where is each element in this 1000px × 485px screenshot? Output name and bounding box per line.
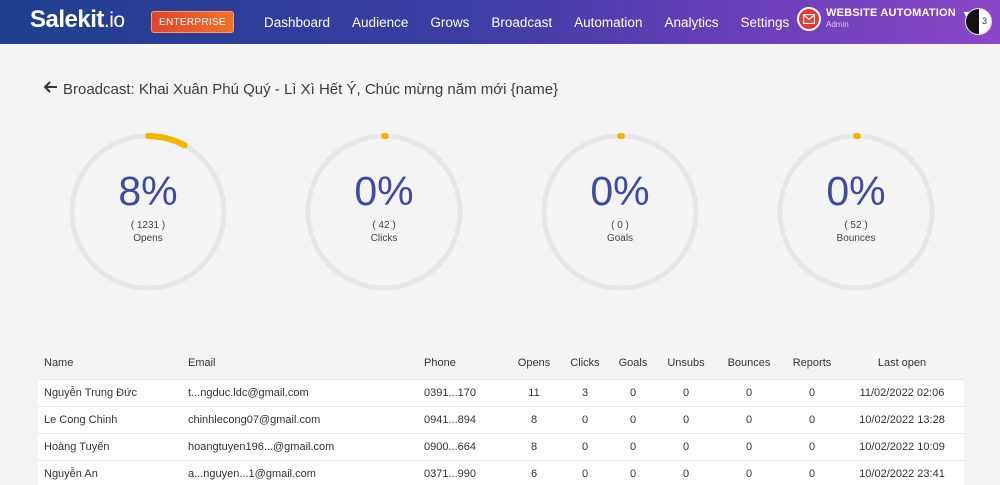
nav-broadcast[interactable]: Broadcast: [491, 15, 552, 30]
col-phone[interactable]: Phone: [424, 347, 506, 379]
cell-name: Nguyễn Trung Đức: [44, 386, 137, 399]
col-reports[interactable]: Reports: [784, 347, 840, 379]
nav-automation[interactable]: Automation: [574, 15, 642, 30]
user-avatar[interactable]: 3: [965, 8, 992, 35]
cell-opens: 6: [530, 467, 538, 480]
cell-last-open: 10/02/2022 10:09: [859, 440, 945, 453]
nav-settings[interactable]: Settings: [740, 15, 789, 30]
bounces-gauge: 0% ( 52 ) Bounces: [776, 132, 936, 292]
opens-percent: 8%: [118, 168, 178, 214]
cell-goals: 0: [629, 467, 637, 480]
arrow-left-icon[interactable]: [43, 80, 58, 98]
cell-email: hoangtuyen196...@gmail.com: [188, 440, 335, 453]
cell-last-open: 11/02/2022 02:06: [859, 386, 945, 399]
cell-reports: 0: [808, 386, 816, 399]
table-row[interactable]: Hoàng Tuyến hoangtuyen196...@gmail.com 0…: [38, 433, 964, 460]
cell-email: a...nguyen...1@gmail.com: [188, 467, 316, 480]
cell-bounces: 0: [745, 413, 753, 426]
cell-name: Hoàng Tuyến: [44, 440, 110, 453]
cell-bounces: 0: [745, 467, 753, 480]
col-name[interactable]: Name: [38, 347, 188, 379]
col-email[interactable]: Email: [188, 347, 424, 379]
clicks-label: Clicks: [370, 233, 398, 244]
cell-opens: 8: [530, 440, 538, 453]
bounces-count: ( 52 ): [844, 220, 868, 231]
cell-goals: 0: [629, 413, 637, 426]
cell-goals: 0: [629, 386, 637, 399]
cell-unsubs: 0: [682, 467, 690, 480]
goals-gauge: 0% ( 0 ) Goals: [540, 132, 700, 292]
col-opens[interactable]: Opens: [506, 347, 562, 379]
account-switcher[interactable]: WEBSITE AUTOMATION Admin ▼: [797, 7, 971, 31]
cell-bounces: 0: [745, 386, 753, 399]
goals-percent: 0%: [590, 168, 650, 214]
cell-reports: 0: [808, 467, 816, 480]
cell-reports: 0: [808, 413, 816, 426]
nav-audience[interactable]: Audience: [352, 15, 408, 30]
cell-phone: 0371...990: [424, 467, 476, 480]
col-unsubs[interactable]: Unsubs: [658, 347, 714, 379]
cell-clicks: 0: [581, 413, 589, 426]
top-navbar: Salekit.io ENTERPRISE Dashboard Audience…: [0, 0, 1000, 44]
cell-last-open: 10/02/2022 23:41: [859, 467, 945, 480]
cell-bounces: 0: [745, 440, 753, 453]
cell-clicks: 0: [581, 440, 589, 453]
table-row[interactable]: Le Cong Chinh chinhlecong07@gmail.com 09…: [38, 406, 964, 433]
account-name: WEBSITE AUTOMATION: [826, 7, 956, 19]
col-last-open[interactable]: Last open: [840, 347, 964, 379]
nav-grows[interactable]: Grows: [430, 15, 469, 30]
cell-goals: 0: [629, 440, 637, 453]
mail-icon: [797, 7, 821, 31]
opens-count: ( 1231 ): [130, 220, 166, 231]
col-bounces[interactable]: Bounces: [714, 347, 784, 379]
page-title: Broadcast: Khai Xuân Phú Quý - Lì Xì Hết…: [63, 80, 559, 98]
nav-analytics[interactable]: Analytics: [664, 15, 718, 30]
bounces-label: Bounces: [836, 233, 876, 244]
recipients-table: Name Email Phone Opens Clicks Goals Unsu…: [38, 347, 964, 485]
cell-phone: 0391...170: [424, 386, 476, 399]
account-role: Admin: [826, 20, 849, 29]
plan-badge: ENTERPRISE: [151, 11, 234, 33]
cell-reports: 0: [808, 440, 816, 453]
page-header: Broadcast: Khai Xuân Phú Quý - Lì Xì Hết…: [43, 80, 559, 98]
cell-last-open: 10/02/2022 13:28: [859, 413, 945, 426]
cell-unsubs: 0: [682, 440, 690, 453]
cell-opens: 8: [530, 413, 538, 426]
opens-label: Opens: [133, 233, 163, 244]
progress-arc: [145, 133, 188, 149]
cell-phone: 0941...894: [424, 413, 476, 426]
cell-opens: 11: [528, 386, 540, 399]
table-header-row: Name Email Phone Opens Clicks Goals Unsu…: [38, 347, 964, 379]
avatar-badge: 3: [982, 16, 988, 26]
nav-dashboard[interactable]: Dashboard: [264, 15, 330, 30]
cell-clicks: 0: [581, 467, 589, 480]
salekit-logo[interactable]: Salekit.io: [30, 6, 125, 34]
opens-gauge: 8% ( 1231 ) Opens: [68, 132, 228, 292]
bounces-percent: 0%: [826, 168, 886, 214]
cell-phone: 0900...664: [424, 440, 476, 453]
cell-unsubs: 0: [682, 413, 690, 426]
cell-clicks: 3: [581, 386, 589, 399]
col-clicks[interactable]: Clicks: [562, 347, 608, 379]
col-goals[interactable]: Goals: [608, 347, 658, 379]
clicks-gauge: 0% ( 42 ) Clicks: [304, 132, 464, 292]
cell-name: Nguyễn An: [44, 467, 98, 480]
main-nav: Dashboard Audience Grows Broadcast Autom…: [264, 0, 811, 44]
cell-unsubs: 0: [682, 386, 690, 399]
goals-count: ( 0 ): [611, 220, 629, 231]
table-row[interactable]: Nguyễn An a...nguyen...1@gmail.com 0371.…: [38, 460, 964, 485]
cell-name: Le Cong Chinh: [44, 413, 118, 426]
cell-email: t...ngduc.ldc@gmail.com: [188, 386, 309, 399]
clicks-count: ( 42 ): [372, 220, 396, 231]
cell-email: chinhlecong07@gmail.com: [188, 413, 321, 426]
table-row[interactable]: Nguyễn Trung Đức t...ngduc.ldc@gmail.com…: [38, 379, 964, 406]
goals-label: Goals: [606, 233, 634, 244]
clicks-percent: 0%: [354, 168, 414, 214]
